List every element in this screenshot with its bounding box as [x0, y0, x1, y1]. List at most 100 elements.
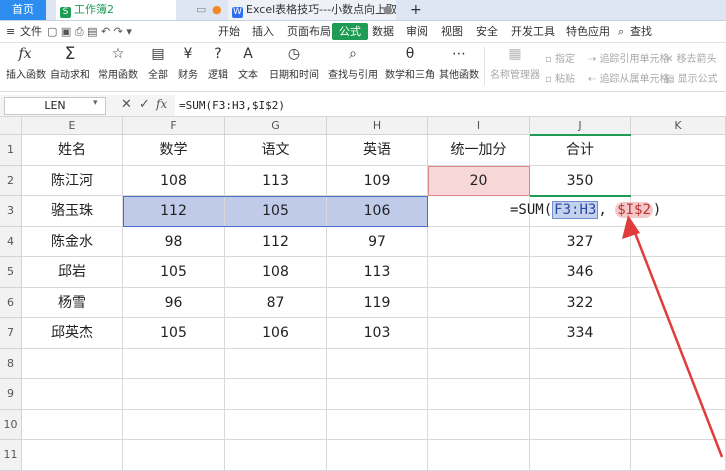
- confirm-icon[interactable]: ✓: [139, 97, 150, 112]
- cell-chinese-row2[interactable]: 113: [225, 165, 327, 196]
- menu-search[interactable]: 查找: [630, 21, 652, 42]
- assign-button[interactable]: ▫ 指定: [545, 50, 575, 65]
- paste-button[interactable]: ▫ 粘贴: [545, 70, 575, 85]
- cell-math-row2[interactable]: 108: [123, 165, 225, 196]
- row-header-5[interactable]: 5: [0, 257, 22, 288]
- menu-file[interactable]: 文件: [20, 21, 42, 42]
- cell-math-row5[interactable]: 105: [123, 257, 225, 288]
- row-header-8[interactable]: 8: [0, 348, 22, 379]
- row-header-9[interactable]: 9: [0, 379, 22, 410]
- toolbar-quick-icons[interactable]: ▢ ▣ ⎙ ▤ ↶ ↷ ▾: [47, 21, 132, 42]
- name-manager-button[interactable]: ▦ 名称管理器: [490, 45, 540, 81]
- header-cell-total[interactable]: 合计: [530, 135, 631, 166]
- cell-empty[interactable]: [631, 135, 726, 166]
- tab-document[interactable]: W Excel表格技巧---小数点向上取整: [228, 0, 396, 20]
- cell-empty[interactable]: [631, 348, 726, 379]
- row-header-6[interactable]: 6: [0, 287, 22, 318]
- column-header-f[interactable]: F: [123, 117, 225, 135]
- column-header-h[interactable]: H: [327, 117, 428, 135]
- menu-developer[interactable]: 开发工具: [511, 21, 555, 42]
- cell-empty[interactable]: [22, 348, 123, 379]
- cell-empty[interactable]: [631, 379, 726, 410]
- cell-empty[interactable]: [225, 409, 327, 440]
- column-header-g[interactable]: G: [225, 117, 327, 135]
- cell-empty[interactable]: [428, 409, 530, 440]
- menu-special[interactable]: 特色应用: [566, 21, 610, 42]
- cell-empty[interactable]: [530, 379, 631, 410]
- cell-math-row4[interactable]: 98: [123, 226, 225, 257]
- formula-ref-absolute[interactable]: $I$2: [615, 202, 653, 218]
- cell-empty[interactable]: [22, 440, 123, 471]
- cell-english-row7[interactable]: 103: [327, 318, 428, 349]
- cell-english-row6[interactable]: 119: [327, 287, 428, 318]
- cell-empty[interactable]: [631, 165, 726, 196]
- menu-review[interactable]: 审阅: [406, 21, 428, 42]
- cell-math-row7[interactable]: 105: [123, 318, 225, 349]
- autosum-button[interactable]: Σ 自动求和: [50, 45, 90, 81]
- menu-formula[interactable]: 公式: [332, 23, 368, 40]
- cancel-icon[interactable]: ✕: [121, 97, 132, 112]
- insert-function-button[interactable]: fx 插入函数: [6, 45, 46, 81]
- row-header-10[interactable]: 10: [0, 409, 22, 440]
- cell-empty[interactable]: [428, 440, 530, 471]
- cell-empty[interactable]: [123, 379, 225, 410]
- header-cell-name[interactable]: 姓名: [22, 135, 123, 166]
- menu-data[interactable]: 数据: [372, 21, 394, 42]
- header-cell-math[interactable]: 数学: [123, 135, 225, 166]
- cell-name-row6[interactable]: 杨雪: [22, 287, 123, 318]
- trace-precedents-button[interactable]: ⇢ 追踪引用单元格: [588, 50, 670, 65]
- cell-bonus-row5[interactable]: [428, 257, 530, 288]
- common-functions-button[interactable]: ☆ 常用函数: [96, 45, 140, 81]
- cell-bonus-row6[interactable]: [428, 287, 530, 318]
- tab-dot-icon[interactable]: ●: [383, 0, 393, 20]
- cell-empty[interactable]: [327, 409, 428, 440]
- date-time-button[interactable]: ◷ 日期和时间: [268, 45, 320, 81]
- row-header-7[interactable]: 7: [0, 318, 22, 349]
- chevron-down-icon[interactable]: ▾: [93, 98, 98, 108]
- cell-total-row5[interactable]: 346: [530, 257, 631, 288]
- row-header-11[interactable]: 11: [0, 440, 22, 471]
- menu-start[interactable]: 开始: [218, 21, 240, 42]
- text-button[interactable]: A 文本: [236, 45, 260, 81]
- cell-name-row5[interactable]: 邱岩: [22, 257, 123, 288]
- formula-input[interactable]: =SUM(F3:H3,$I$2): [175, 95, 726, 116]
- cell-name-row7[interactable]: 邱英杰: [22, 318, 123, 349]
- cell-total-row2[interactable]: 350: [530, 165, 631, 196]
- cell-empty[interactable]: [530, 440, 631, 471]
- cell-empty[interactable]: [530, 348, 631, 379]
- column-header-e[interactable]: E: [22, 117, 123, 135]
- cell-chinese-row7[interactable]: 106: [225, 318, 327, 349]
- cell-name-row2[interactable]: 陈江河: [22, 165, 123, 196]
- cell-empty[interactable]: [123, 348, 225, 379]
- formula-ref-range[interactable]: F3:H3: [552, 201, 599, 219]
- tab-home[interactable]: 首页: [0, 0, 46, 20]
- remove-arrows-button[interactable]: ✕ 移去箭头: [665, 50, 717, 65]
- cell-empty[interactable]: [225, 440, 327, 471]
- menu-security[interactable]: 安全: [476, 21, 498, 42]
- in-cell-formula-editor[interactable]: =SUM(F3:H3, $I$2): [510, 201, 661, 219]
- cell-total-row6[interactable]: 322: [530, 287, 631, 318]
- cell-empty[interactable]: [123, 409, 225, 440]
- fx-icon[interactable]: fx: [156, 97, 167, 111]
- cell-total-row7[interactable]: 334: [530, 318, 631, 349]
- show-formula-button[interactable]: ▤ 显示公式: [665, 70, 718, 85]
- cell-chinese-row5[interactable]: 108: [225, 257, 327, 288]
- cell-empty[interactable]: [428, 348, 530, 379]
- cell-empty[interactable]: [631, 440, 726, 471]
- cell-empty[interactable]: [631, 287, 726, 318]
- menu-view[interactable]: 视图: [441, 21, 463, 42]
- cell-empty[interactable]: [327, 379, 428, 410]
- cell-math-row6[interactable]: 96: [123, 287, 225, 318]
- search-icon[interactable]: ⌕: [618, 21, 624, 42]
- column-header-j[interactable]: J: [530, 117, 631, 135]
- cell-empty[interactable]: [631, 257, 726, 288]
- tab-workbook[interactable]: S工作簿2 ▭: [56, 0, 176, 20]
- cell-total-row4[interactable]: 327: [530, 226, 631, 257]
- cell-name-row4[interactable]: 陈金水: [22, 226, 123, 257]
- cell-empty[interactable]: [22, 379, 123, 410]
- header-cell-english[interactable]: 英语: [327, 135, 428, 166]
- math-button[interactable]: θ 数学和三角: [384, 45, 436, 81]
- menu-layout[interactable]: 页面布局: [287, 21, 331, 42]
- cell-empty[interactable]: [530, 409, 631, 440]
- cell-english-row4[interactable]: 97: [327, 226, 428, 257]
